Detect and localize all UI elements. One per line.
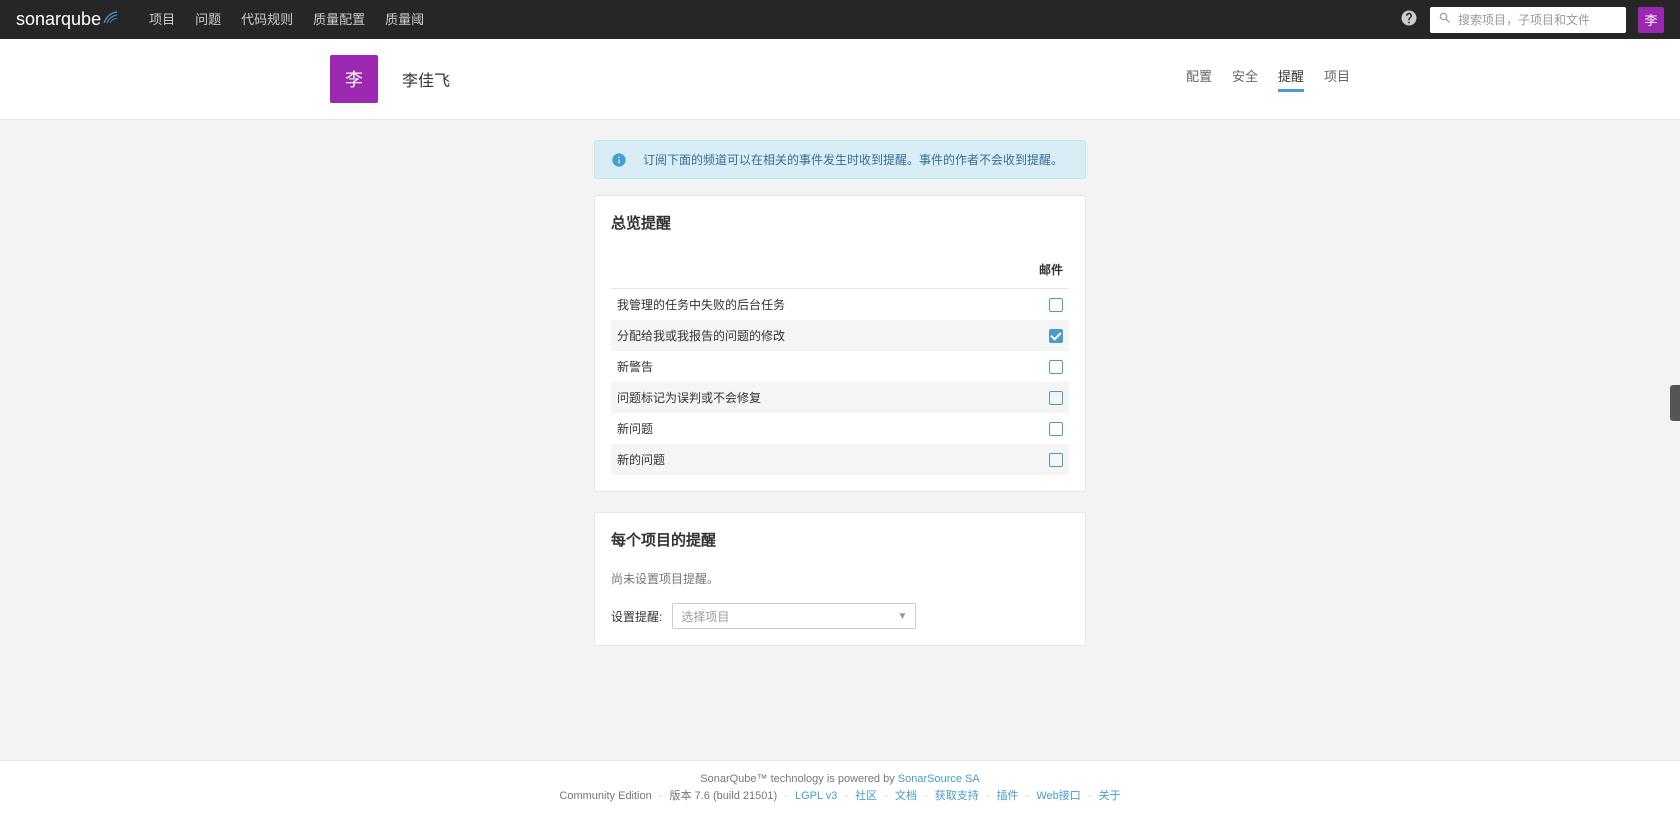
footer-sep: - (1088, 790, 1092, 802)
nav-items: 项目 问题 代码规则 质量配置 质量阈 (139, 0, 1400, 39)
notif-label: 新问题 (611, 413, 1009, 444)
footer-sep: - (924, 790, 928, 802)
notif-checkbox[interactable] (1049, 391, 1063, 405)
footer-sep: - (784, 790, 788, 802)
footer-sep: - (844, 790, 848, 802)
info-icon (611, 152, 627, 168)
footer-sep: - (986, 790, 990, 802)
info-banner: 订阅下面的频道可以在相关的事件发生时收到提醒。事件的作者不会收到提醒。 (594, 140, 1086, 179)
tab-notifications[interactable]: 提醒 (1278, 66, 1304, 92)
footer-link-docs[interactable]: 文档 (895, 790, 917, 802)
chevron-down-icon: ▼ (897, 611, 907, 622)
notif-checkbox[interactable] (1049, 298, 1063, 312)
notif-label: 新的问题 (611, 444, 1009, 475)
select-label: 设置提醒: (611, 608, 662, 625)
nav-item-quality-gates[interactable]: 质量阈 (375, 0, 434, 39)
overview-title: 总览提醒 (611, 212, 1069, 233)
footer-link-api[interactable]: Web接口 (1036, 790, 1080, 802)
table-row: 新警告 (611, 351, 1069, 382)
footer-sep: - (1026, 790, 1030, 802)
table-row: 问题标记为误判或不会修复 (611, 382, 1069, 413)
table-row: 新问题 (611, 413, 1069, 444)
user-avatar[interactable]: 李 (1638, 7, 1664, 33)
notif-label: 新警告 (611, 351, 1009, 382)
tab-security[interactable]: 安全 (1232, 66, 1258, 92)
logo-text-2: qube (61, 9, 101, 30)
footer-edition: Community Edition (559, 790, 651, 802)
select-row: 设置提醒: 选择项目 ▼ (611, 603, 1069, 629)
page-content: 订阅下面的频道可以在相关的事件发生时收到提醒。事件的作者不会收到提醒。 总览提醒… (0, 120, 1680, 760)
notif-label: 问题标记为误判或不会修复 (611, 382, 1009, 413)
search-icon (1438, 11, 1458, 28)
footer: SonarQube™ technology is powered by Sona… (0, 760, 1680, 821)
notif-checkbox[interactable] (1049, 360, 1063, 374)
logo-wave-icon (103, 9, 119, 30)
nav-item-rules[interactable]: 代码规则 (231, 0, 303, 39)
table-row: 分配给我或我报告的问题的修改 (611, 320, 1069, 351)
footer-powered-by: SonarQube™ technology is powered by Sona… (0, 773, 1680, 785)
table-header-email: 邮件 (1009, 253, 1069, 289)
footer-sep: - (884, 790, 888, 802)
table-row: 新的问题 (611, 444, 1069, 475)
footer-link-about[interactable]: 关于 (1099, 790, 1121, 802)
nav-item-projects[interactable]: 项目 (139, 0, 185, 39)
notif-checkbox[interactable] (1049, 422, 1063, 436)
notifications-table: 邮件 我管理的任务中失败的后台任务 分配给我或我报告的问题的修改 新警告 (611, 253, 1069, 475)
search-box[interactable] (1430, 7, 1626, 33)
logo[interactable]: sonarqube (16, 9, 119, 30)
footer-prefix: SonarQube™ technology is powered by (700, 773, 898, 785)
table-row: 我管理的任务中失败的后台任务 (611, 289, 1069, 321)
per-project-panel: 每个项目的提醒 尚未设置项目提醒。 设置提醒: 选择项目 ▼ (594, 512, 1086, 646)
per-project-empty: 尚未设置项目提醒。 (611, 570, 1069, 587)
notif-label: 分配给我或我报告的问题的修改 (611, 320, 1009, 351)
footer-sep: - (659, 790, 663, 802)
notif-label: 我管理的任务中失败的后台任务 (611, 289, 1009, 321)
nav-item-issues[interactable]: 问题 (185, 0, 231, 39)
profile-avatar: 李 (330, 55, 378, 103)
profile-header: 李 李佳飞 配置 安全 提醒 项目 (0, 39, 1680, 120)
profile-tabs: 配置 安全 提醒 项目 (1186, 66, 1350, 92)
footer-sonarsource-link[interactable]: SonarSource SA (898, 773, 980, 785)
per-project-title: 每个项目的提醒 (611, 529, 1069, 550)
overview-panel: 总览提醒 邮件 我管理的任务中失败的后台任务 分配给我或我报告的问题的修改 (594, 195, 1086, 492)
right-drawer-handle[interactable] (1670, 385, 1680, 421)
footer-link-community[interactable]: 社区 (855, 790, 877, 802)
table-header-label (611, 253, 1009, 289)
nav-item-quality-profiles[interactable]: 质量配置 (303, 0, 375, 39)
tab-projects[interactable]: 项目 (1324, 66, 1350, 92)
footer-links: Community Edition - 版本 7.6 (build 21501)… (0, 787, 1680, 803)
nav-right: 李 (1400, 7, 1664, 33)
footer-link-plugins[interactable]: 插件 (997, 790, 1019, 802)
top-nav: sonarqube 项目 问题 代码规则 质量配置 质量阈 李 (0, 0, 1680, 39)
help-icon[interactable] (1400, 9, 1418, 30)
footer-link-support[interactable]: 获取支持 (935, 790, 979, 802)
footer-version: 版本 7.6 (build 21501) (670, 790, 778, 802)
logo-text-1: sonar (16, 9, 61, 30)
select-placeholder: 选择项目 (681, 608, 729, 625)
info-banner-text: 订阅下面的频道可以在相关的事件发生时收到提醒。事件的作者不会收到提醒。 (643, 151, 1063, 168)
project-select[interactable]: 选择项目 ▼ (672, 603, 916, 629)
notif-checkbox[interactable] (1049, 329, 1063, 343)
footer-license-link[interactable]: LGPL v3 (795, 790, 837, 802)
search-input[interactable] (1458, 13, 1618, 27)
profile-name: 李佳飞 (402, 67, 1186, 91)
notif-checkbox[interactable] (1049, 453, 1063, 467)
tab-profile[interactable]: 配置 (1186, 66, 1212, 92)
